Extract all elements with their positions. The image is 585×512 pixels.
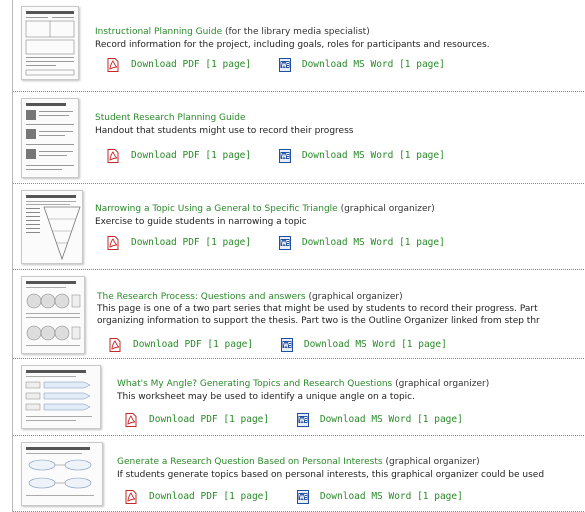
- resource-title-link[interactable]: Generate a Research Question Based on Pe…: [117, 457, 383, 467]
- resource-heading: Generate a Research Question Based on Pe…: [117, 456, 480, 468]
- download-pdf-label: Download PDF [1 page]: [131, 150, 252, 161]
- resource-tag: (graphical organizer): [340, 204, 435, 214]
- ms-word-icon: [296, 490, 309, 504]
- list-item: Instructional Planning Guide (for the li…: [13, 0, 585, 92]
- list-item: Student Research Planning Guide Handout …: [13, 92, 585, 184]
- download-links: Download PDF [1 page] Download MS Word […: [125, 490, 463, 504]
- download-word-label: Download MS Word [1 page]: [301, 237, 445, 248]
- download-word-label: Download MS Word [1 page]: [303, 339, 447, 350]
- download-pdf-label: Download PDF [1 page]: [149, 414, 270, 425]
- description-line: organizing information to support the th…: [97, 316, 540, 326]
- download-word-link[interactable]: Download MS Word [1 page]: [278, 58, 445, 72]
- description-line: Handout that students might use to recor…: [95, 126, 354, 136]
- resource-description: This page is one of a two part series th…: [97, 303, 540, 327]
- pdf-icon: [107, 149, 119, 163]
- resource-heading: Student Research Planning Guide: [95, 112, 246, 124]
- worksheet-thumbnail[interactable]: [21, 190, 83, 264]
- download-word-link[interactable]: Download MS Word [1 page]: [296, 413, 463, 427]
- resource-description: This worksheet may be used to identify a…: [117, 391, 415, 403]
- download-pdf-link[interactable]: Download PDF [1 page]: [109, 338, 253, 352]
- resource-description: Handout that students might use to recor…: [95, 125, 353, 137]
- download-pdf-label: Download PDF [1 page]: [131, 237, 252, 248]
- worksheet-thumbnail[interactable]: [21, 276, 85, 354]
- download-word-label: Download MS Word [1 page]: [301, 150, 445, 161]
- download-pdf-link[interactable]: Download PDF [1 page]: [107, 149, 251, 163]
- resource-heading: Instructional Planning Guide (for the li…: [95, 26, 370, 38]
- download-pdf-label: Download PDF [1 page]: [149, 491, 270, 502]
- worksheet-thumbnail[interactable]: [21, 98, 79, 178]
- download-word-link[interactable]: Download MS Word [1 page]: [280, 338, 447, 352]
- ms-word-icon: [278, 236, 291, 250]
- download-pdf-link[interactable]: Download PDF [1 page]: [125, 413, 269, 427]
- resource-heading: What's My Angle? Generating Topics and R…: [117, 378, 489, 390]
- resource-heading: Narrowing a Topic Using a General to Spe…: [95, 203, 435, 215]
- resource-description: Record information for the project, incl…: [95, 39, 490, 51]
- download-pdf-link[interactable]: Download PDF [1 page]: [107, 236, 251, 250]
- pdf-icon: [107, 236, 119, 250]
- download-links: Download PDF [1 page] Download MS Word […: [107, 58, 445, 72]
- pdf-icon: [107, 58, 119, 72]
- worksheet-thumbnail[interactable]: [21, 442, 103, 506]
- download-pdf-label: Download PDF [1 page]: [133, 339, 254, 350]
- download-links: Download PDF [1 page] Download MS Word […: [109, 338, 447, 352]
- resource-title-link[interactable]: The Research Process: Questions and answ…: [97, 292, 306, 302]
- ms-word-icon: [280, 338, 293, 352]
- download-links: Download PDF [1 page] Download MS Word […: [107, 149, 445, 163]
- download-links: Download PDF [1 page] Download MS Word […: [107, 236, 445, 250]
- resource-title-link[interactable]: Instructional Planning Guide: [95, 27, 222, 37]
- resource-title-link[interactable]: Student Research Planning Guide: [95, 113, 246, 123]
- pdf-icon: [125, 490, 137, 504]
- resource-description: Exercise to guide students in narrowing …: [95, 216, 307, 228]
- list-item: Narrowing a Topic Using a General to Spe…: [13, 184, 585, 270]
- ms-word-icon: [296, 413, 309, 427]
- ms-word-icon: [278, 149, 291, 163]
- resource-title-link[interactable]: What's My Angle? Generating Topics and R…: [117, 379, 392, 389]
- download-word-label: Download MS Word [1 page]: [319, 491, 463, 502]
- download-links: Download PDF [1 page] Download MS Word […: [125, 413, 463, 427]
- resource-tag: (for the library media specialist): [224, 27, 370, 37]
- ms-word-icon: [278, 58, 291, 72]
- download-pdf-link[interactable]: Download PDF [1 page]: [107, 58, 251, 72]
- resource-tag: (graphical organizer): [308, 292, 403, 302]
- resource-description: If students generate topics based on per…: [117, 469, 544, 481]
- download-word-link[interactable]: Download MS Word [1 page]: [278, 236, 445, 250]
- download-word-link[interactable]: Download MS Word [1 page]: [296, 490, 463, 504]
- description-line: This worksheet may be used to identify a…: [117, 392, 415, 402]
- description-line: Record information for the project, incl…: [95, 40, 490, 50]
- list-item: The Research Process: Questions and answ…: [13, 270, 585, 359]
- pdf-icon: [109, 338, 121, 352]
- download-pdf-label: Download PDF [1 page]: [131, 59, 252, 70]
- resource-tag: (graphical organizer): [395, 379, 490, 389]
- download-word-label: Download MS Word [1 page]: [319, 414, 463, 425]
- worksheet-thumbnail[interactable]: [21, 365, 101, 429]
- worksheet-thumbnail[interactable]: [21, 6, 79, 80]
- download-word-link[interactable]: Download MS Word [1 page]: [278, 149, 445, 163]
- description-line: If students generate topics based on per…: [117, 470, 545, 480]
- list-item: What's My Angle? Generating Topics and R…: [13, 359, 585, 436]
- resource-heading: The Research Process: Questions and answ…: [97, 291, 403, 303]
- resource-title-link[interactable]: Narrowing a Topic Using a General to Spe…: [95, 204, 338, 214]
- description-line: This page is one of a two part series th…: [97, 304, 538, 314]
- download-word-label: Download MS Word [1 page]: [301, 59, 445, 70]
- resource-list: Instructional Planning Guide (for the li…: [12, 0, 585, 512]
- description-line: Exercise to guide students in narrowing …: [95, 217, 307, 227]
- list-item: Generate a Research Question Based on Pe…: [13, 436, 585, 512]
- resource-tag: (graphical organizer): [385, 457, 480, 467]
- pdf-icon: [125, 413, 137, 427]
- download-pdf-link[interactable]: Download PDF [1 page]: [125, 490, 269, 504]
